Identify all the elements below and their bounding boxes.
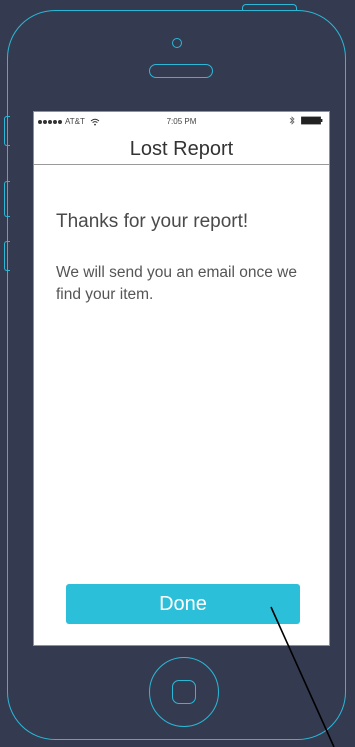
- mockup-frame: AT&T 7:05 PM Lost Report Thanks for your…: [0, 0, 355, 747]
- phone-screen: AT&T 7:05 PM Lost Report Thanks for your…: [33, 111, 330, 646]
- home-button[interactable]: [149, 657, 219, 727]
- status-bar: AT&T 7:05 PM: [34, 112, 329, 128]
- earpiece-speaker: [149, 64, 213, 78]
- front-camera-icon: [172, 38, 182, 48]
- confirmation-heading: Thanks for your report!: [56, 211, 249, 232]
- battery-icon: [301, 116, 323, 125]
- confirmation-message: We will send you an email once we find y…: [56, 264, 297, 303]
- bluetooth-icon: [289, 116, 295, 125]
- status-right: [289, 116, 323, 125]
- done-button[interactable]: Done: [66, 584, 300, 624]
- home-square-icon: [172, 680, 196, 704]
- status-time: 7:05 PM: [166, 117, 197, 126]
- nav-divider: [34, 164, 329, 165]
- page-title: Lost Report: [129, 138, 234, 160]
